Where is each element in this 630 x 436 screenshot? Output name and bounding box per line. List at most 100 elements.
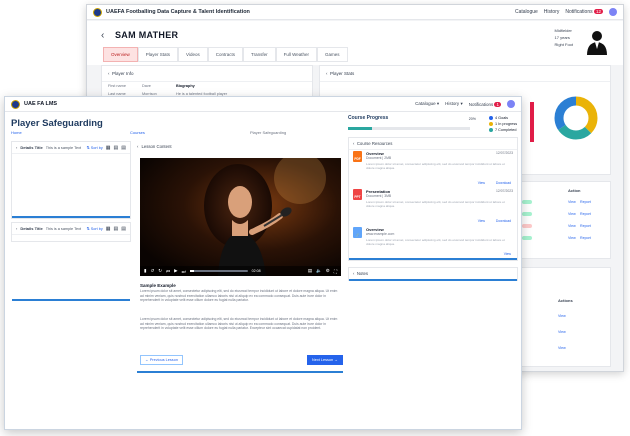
details-input[interactable]: This is a sample Text	[46, 146, 84, 150]
report-link[interactable]: Report	[580, 224, 591, 228]
next-lesson-label: Next Lesson	[312, 358, 334, 362]
report-link[interactable]: Report	[580, 212, 591, 216]
front-notifications-link[interactable]: Notifications 1	[469, 101, 501, 107]
tab-player-stats[interactable]: Player Stats	[137, 47, 179, 62]
resource-item: PPT Presentation Document | 3MB 12/07/20…	[353, 189, 515, 225]
sort-by-button[interactable]: ⇅ Sort by	[87, 226, 103, 231]
breadcrumb-courses[interactable]: Courses	[130, 130, 145, 135]
lesson-paragraph: Lorem ipsum dolor sit amet, consectetur …	[140, 289, 338, 303]
tab-full-weather[interactable]: Full Weather	[275, 47, 318, 62]
rewind-icon[interactable]: ↺	[150, 268, 154, 274]
report-link[interactable]: Report	[580, 236, 591, 240]
uaefa-logo-icon	[11, 99, 20, 109]
filter-icon[interactable]: ▤	[121, 145, 126, 151]
view-link[interactable]: View	[568, 212, 576, 216]
player-tabs: Overview Player Stats Videos Contracts T…	[103, 47, 348, 62]
back-user-avatar[interactable]	[609, 8, 617, 16]
chevron-left-icon[interactable]: ‹	[137, 144, 138, 149]
list-icon[interactable]: ▤	[114, 226, 119, 232]
actions-table-panel: Actions View View View	[507, 267, 611, 367]
tab-contracts[interactable]: Contracts	[207, 47, 243, 62]
back-history-link[interactable]: History	[544, 9, 560, 15]
play-icon[interactable]: ▶	[174, 268, 177, 274]
tab-videos[interactable]: Videos	[178, 47, 208, 62]
course-progress: Course Progress 20% 4 Goals 1 In progres…	[348, 115, 518, 132]
history-label: History	[445, 101, 460, 106]
previous-lesson-label: Previous Lesson	[149, 358, 178, 362]
back-notifications-link[interactable]: Notifications 12	[565, 9, 603, 15]
tab-transfer[interactable]: Transfer	[242, 47, 276, 62]
tab-overview[interactable]: Overview	[103, 47, 138, 62]
resource-download-link[interactable]: Download	[496, 181, 511, 185]
back-topbar: UAEFA Footballing Data Capture & Talent …	[87, 5, 623, 20]
video-player[interactable]: ▮ ↺ ↻ ⏮ ▶ ⏭ 02:08 ▤ 🔈 ⚙ ⛶	[140, 158, 341, 276]
view-link[interactable]: View	[568, 224, 576, 228]
video-progress-fill	[189, 270, 195, 272]
prev-track-icon[interactable]: ⏮	[166, 269, 170, 274]
player-age: 17 years	[554, 35, 570, 40]
front-user-avatar[interactable]	[507, 100, 515, 108]
resource-download-link[interactable]: Download	[496, 219, 511, 223]
list-icon[interactable]: ▤	[114, 145, 119, 151]
resource-view-link[interactable]: View	[504, 252, 511, 256]
resource-item: PDF Overview Document | 2MB 12/07/2023 L…	[353, 151, 515, 187]
legend-dot	[489, 116, 493, 120]
view-link[interactable]: View	[558, 314, 566, 318]
view-link[interactable]: View	[558, 346, 566, 350]
stats-table-panel: Action View Report View Report View Repo…	[507, 181, 611, 259]
chevron-left-icon[interactable]: ‹	[16, 145, 17, 150]
back-notif-count-badge: 12	[593, 9, 603, 14]
back-catalogue-link[interactable]: Catalogue	[515, 9, 538, 15]
details-title: Details Title	[20, 226, 43, 231]
next-track-icon[interactable]: ⏭	[182, 269, 186, 274]
desktop-stage: UAEFA Footballing Data Capture & Talent …	[0, 0, 630, 436]
subtitles-icon[interactable]: ▤	[308, 268, 312, 274]
legend-dot	[489, 128, 493, 132]
chevron-left-icon[interactable]: ‹	[353, 271, 354, 276]
view-link[interactable]: View	[558, 330, 566, 334]
info-label2: Biography	[176, 84, 195, 88]
filter-icon[interactable]: ▤	[121, 226, 126, 232]
breadcrumb-home[interactable]: Home	[11, 130, 22, 135]
video-progress-bar[interactable]	[189, 270, 248, 272]
link-document-icon: 🔗	[353, 227, 362, 238]
player-foot: Right Foot	[554, 42, 573, 47]
lesson-content: ‹ Lesson Content ▮ ↺ ↻ ⏮ ▶ ⏭ 02:08 ▤ 🔈 ⚙…	[137, 141, 343, 373]
chevron-left-icon[interactable]: ‹	[16, 226, 17, 231]
legend-item: 1 In progress	[489, 122, 517, 126]
notes-underline	[349, 279, 517, 281]
settings-gear-icon[interactable]: ⚙	[326, 268, 330, 274]
front-catalogue-link[interactable]: Catalogue ▾	[415, 101, 439, 107]
view-link[interactable]: View	[568, 200, 576, 204]
details-input[interactable]: This is a sample Text	[46, 227, 84, 231]
fullscreen-icon[interactable]: ⛶	[334, 269, 337, 274]
status-pill	[522, 236, 532, 240]
ppt-file-icon: PPT	[353, 189, 362, 200]
course-progress-bar	[348, 127, 470, 130]
previous-lesson-button[interactable]: ← Previous Lesson	[140, 355, 183, 365]
front-topbar-nav: Catalogue ▾ History ▾ Notifications 1	[415, 100, 515, 108]
resource-desc: Lorem ipsum dolor sit amet, consectetur …	[366, 200, 505, 208]
resource-file: Document | 3MB	[366, 194, 392, 198]
view-link[interactable]: View	[568, 236, 576, 240]
front-history-link[interactable]: History ▾	[445, 101, 463, 107]
course-resources-heading: ‹ Course Resources	[349, 138, 517, 150]
resource-view-link[interactable]: View	[478, 219, 485, 223]
tab-games[interactable]: Games	[317, 47, 348, 62]
grid-icon[interactable]: ▦	[106, 226, 111, 232]
report-link[interactable]: Report	[580, 200, 591, 204]
volume-icon[interactable]: 🔈	[316, 268, 322, 274]
next-lesson-button[interactable]: Next Lesson →	[307, 355, 343, 365]
player-meta: Midfielder 17 years Right Foot	[555, 27, 573, 48]
sample-title: Sample Example	[140, 283, 176, 288]
back-arrow-icon[interactable]: ‹	[101, 30, 104, 41]
sort-by-label: Sort by	[90, 227, 103, 231]
forward-icon[interactable]: ↻	[158, 268, 162, 274]
notes-panel[interactable]: ‹ Notes	[348, 267, 518, 281]
grid-icon[interactable]: ▦	[106, 145, 111, 151]
sort-by-button[interactable]: ⇅ Sort by	[87, 145, 103, 150]
back-notifications-label: Notifications	[565, 9, 593, 15]
details-card-header: ‹ Details Title This is a sample Text ⇅ …	[12, 223, 130, 235]
resource-view-link[interactable]: View	[478, 181, 485, 185]
captions-icon[interactable]: ▮	[144, 268, 146, 274]
